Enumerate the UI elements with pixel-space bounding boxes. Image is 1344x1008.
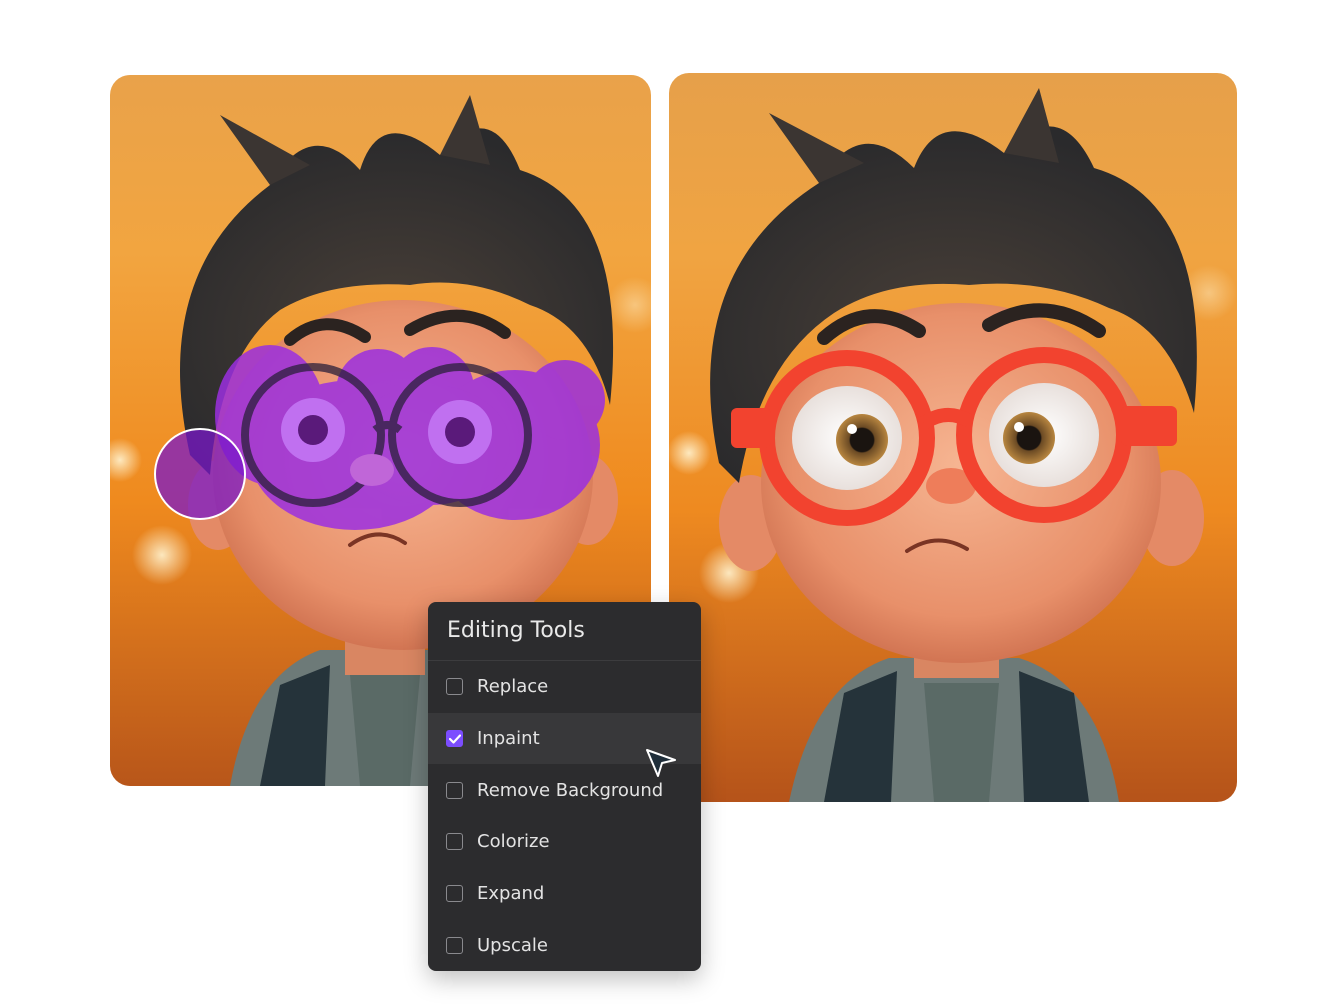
stage: Editing Tools Replace Inpaint Remove Bac… (0, 0, 1344, 1008)
tool-option-replace[interactable]: Replace (428, 661, 701, 713)
tool-label: Colorize (477, 831, 550, 853)
tool-option-upscale[interactable]: Upscale (428, 919, 701, 971)
tool-label: Upscale (477, 934, 548, 956)
tool-label: Expand (477, 883, 545, 905)
tool-label: Inpaint (477, 728, 540, 750)
tool-list: Replace Inpaint Remove Background Colori… (428, 661, 701, 971)
after-image (669, 73, 1237, 802)
tool-option-expand[interactable]: Expand (428, 868, 701, 920)
expand-checkbox[interactable] (446, 885, 463, 903)
arrow-pointer-icon (646, 749, 676, 777)
colorize-checkbox[interactable] (446, 833, 463, 851)
after-image-card (669, 73, 1237, 802)
editing-tools-panel: Editing Tools Replace Inpaint Remove Bac… (428, 602, 701, 971)
tool-label: Remove Background (477, 779, 664, 801)
tool-option-colorize[interactable]: Colorize (428, 816, 701, 868)
inpaint-checkbox[interactable] (446, 730, 463, 748)
brush-cursor-circle (154, 428, 246, 520)
tool-label: Replace (477, 676, 549, 698)
panel-title: Editing Tools (428, 602, 701, 661)
upscale-checkbox[interactable] (446, 936, 463, 954)
remove-background-checkbox[interactable] (446, 781, 463, 799)
replace-checkbox[interactable] (446, 678, 463, 696)
check-icon (448, 733, 461, 744)
